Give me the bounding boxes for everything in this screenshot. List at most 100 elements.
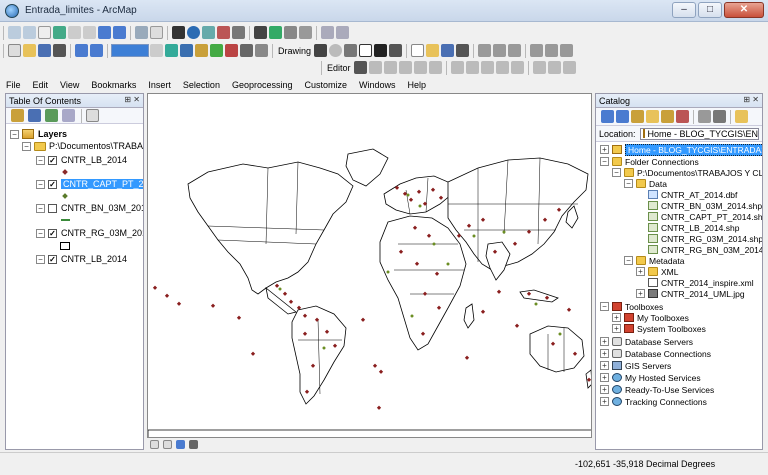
zoom-out-icon[interactable] [23,26,36,39]
list-by-drawing-order-icon[interactable] [11,109,24,122]
distribute-icon[interactable] [530,44,544,57]
expand-icon[interactable]: + [612,324,621,333]
straight-segment-icon[interactable] [383,61,397,74]
pan-icon[interactable] [38,26,51,39]
catalog-item-toolboxes[interactable]: − Toolboxes [600,301,663,312]
menu-windows[interactable]: Windows [353,80,402,90]
menu-selection[interactable]: Selection [177,80,226,90]
expand-icon[interactable]: + [600,385,609,394]
layer-visibility-checkbox[interactable] [48,203,57,213]
pause-drawing-icon[interactable] [189,439,198,449]
forward-extent-icon[interactable] [113,26,126,39]
align-right-icon[interactable] [508,44,522,57]
catalog-item-file[interactable]: CNTR_2014_inspire.xml [648,277,754,288]
catalog-item-tracking[interactable]: + Tracking Connections [600,396,707,407]
catalog-item-file[interactable]: CNTR_RG_BN_03M_2014.s [648,244,762,255]
location-input[interactable]: Home - BLOG_TYCGIS\ENTRA [639,127,759,140]
layer-visibility-checkbox[interactable]: ✓ [48,155,57,165]
table-of-contents-icon[interactable] [180,44,193,57]
layout-view-icon[interactable] [163,439,172,449]
toc-options-icon[interactable] [86,109,99,122]
maximize-button[interactable]: □ [698,2,722,18]
toc-layer-row[interactable]: − ✓ CNTR_LB_2014 [36,154,127,166]
edit-vertices-icon[interactable] [389,44,403,57]
model-builder-icon[interactable] [255,44,268,57]
catalog-item-file[interactable]: CNTR_CAPT_PT_2014.shp [648,211,762,222]
search-window-icon[interactable] [210,44,223,57]
menu-edit[interactable]: Edit [27,80,55,90]
save-map-icon[interactable] [441,44,455,57]
swipe-icon[interactable] [299,26,312,39]
catalog-item-metadata[interactable]: − Metadata [624,255,684,266]
scale-dropdown-icon[interactable] [150,44,163,57]
align-left-icon[interactable] [478,44,492,57]
point-icon[interactable] [428,61,442,74]
layer-visibility-checkbox[interactable]: ✓ [48,179,57,189]
identify-icon[interactable] [187,26,200,39]
layer-label[interactable]: CNTR_LB_2014 [61,155,127,165]
disconnect-folder-icon[interactable] [676,110,689,123]
expand-icon[interactable]: + [600,145,609,154]
layer-visibility-checkbox[interactable]: ✓ [48,228,57,238]
forward-icon[interactable] [616,110,629,123]
collapse-icon[interactable]: − [36,254,45,264]
arctoolbox-icon[interactable] [225,44,238,57]
save-icon[interactable] [38,44,51,57]
layer-visibility-checkbox[interactable]: ✓ [48,254,57,264]
edit-tool-icon[interactable] [353,61,367,74]
menu-insert[interactable]: Insert [142,80,177,90]
back-icon[interactable] [601,110,614,123]
expand-icon[interactable]: + [612,313,621,322]
ungroup-icon[interactable] [560,44,574,57]
html-popup-icon[interactable] [217,26,230,39]
catalog-item-file[interactable]: + CNTR_2014_UML.jpg [636,288,745,299]
catalog-item-ready-services[interactable]: + Ready-To-Use Services [600,384,714,395]
toc-layer-row[interactable]: − CNTR_BN_03M_2014 [36,202,143,214]
back-extent-icon[interactable] [98,26,111,39]
toc-layer-row[interactable]: − ✓ CNTR_RG_03M_2014 [36,227,143,239]
clear-selection-icon[interactable] [150,26,163,39]
print-map-icon[interactable] [456,44,470,57]
close-button[interactable]: ✕ [724,2,764,18]
views-icon[interactable] [698,110,711,123]
select-elements-arrow-icon[interactable] [314,44,328,57]
undo-icon[interactable] [75,44,88,57]
group-icon[interactable] [545,44,559,57]
expand-icon[interactable]: + [600,337,609,346]
drawing-menu[interactable]: Drawing [278,46,311,56]
collapse-icon[interactable]: − [10,129,19,139]
catalog-item-folder-connections[interactable]: − Folder Connections [600,156,699,167]
create-viewer-icon[interactable] [321,26,334,39]
expand-icon[interactable]: + [636,289,645,298]
layer-label-selected[interactable]: CNTR_CAPT_PT_2014 [61,179,143,189]
collapse-icon[interactable]: − [600,302,609,311]
cut-polygons-icon[interactable] [480,61,494,74]
catalog-item-folder[interactable]: − P:\Documentos\TRABAJOS Y CLA [612,167,762,178]
toc-layer-row[interactable]: − ✓ CNTR_CAPT_PT_2014 [36,178,143,190]
catalog-item-xml-folder[interactable]: + XML [636,266,678,277]
hyperlink-icon[interactable] [202,26,215,39]
end-point-arc-icon[interactable] [398,61,412,74]
collapse-icon[interactable]: − [612,168,621,177]
attributes-icon[interactable] [532,61,546,74]
print-icon[interactable] [53,44,66,57]
text-icon[interactable] [374,44,388,57]
catalog-item-database-servers[interactable]: + Database Servers [600,336,693,347]
collapse-icon[interactable]: − [22,141,31,151]
menu-customize[interactable]: Customize [299,80,354,90]
collapse-icon[interactable]: − [600,157,609,166]
overview-icon[interactable] [336,26,349,39]
list-by-source-icon[interactable] [28,109,41,122]
full-extent-icon[interactable] [53,26,66,39]
rotate-icon[interactable] [329,44,343,57]
list-by-visibility-icon[interactable] [45,109,58,122]
catalog-item-hosted-services[interactable]: + My Hosted Services [600,372,701,383]
menu-file[interactable]: File [0,80,27,90]
menu-view[interactable]: View [54,80,85,90]
fixed-zoom-in-icon[interactable] [68,26,81,39]
expand-icon[interactable]: + [600,373,609,382]
collapse-icon[interactable]: − [36,203,45,213]
select-features-icon[interactable] [135,26,148,39]
menu-bookmarks[interactable]: Bookmarks [85,80,142,90]
up-one-level-icon[interactable] [631,110,644,123]
